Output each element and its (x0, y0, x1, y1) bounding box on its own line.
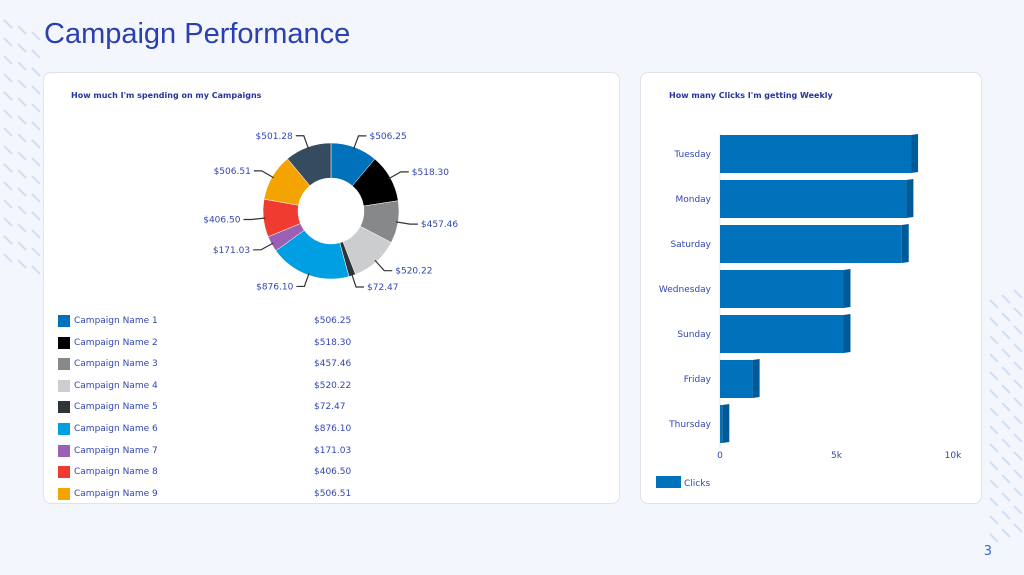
legend-swatch (58, 466, 70, 479)
legend-label: Campaign Name 3 (74, 359, 158, 370)
donut-chart: $506.25 $518.30 $457.46 $520.22 $72.47 $876.1… (203, 132, 458, 293)
legend-swatch (58, 423, 70, 435)
legend-swatch (58, 315, 70, 327)
legend-value: $171.03 (314, 445, 352, 456)
leader-line (351, 273, 365, 288)
leader-line (253, 242, 274, 251)
legend-label[interactable]: Clicks (684, 479, 710, 489)
x-tick-label: 5k (831, 451, 843, 461)
legend-item[interactable]: Campaign Name 5 $72.47 (58, 401, 358, 414)
legend-swatch (58, 444, 70, 457)
leader-line (295, 135, 310, 150)
legend-swatch (58, 401, 70, 414)
legend-value: $72.47 (314, 402, 346, 413)
page-title: Campaign Performance (44, 18, 351, 50)
bar-wednesday[interactable] (720, 270, 844, 308)
leader-line (296, 273, 310, 288)
category-label: Sunday (677, 330, 711, 340)
legend-value: $506.51 (314, 488, 352, 499)
bar-sunday[interactable] (720, 315, 844, 353)
bar-saturday[interactable] (720, 225, 902, 263)
bar-side (722, 404, 730, 443)
slice-label: $506.51 (214, 167, 251, 177)
legend-value: $518.30 (314, 337, 352, 348)
legend-label: Campaign Name 6 (74, 424, 158, 434)
legend-value: $506.25 (314, 316, 352, 326)
category-label: Friday (684, 375, 712, 385)
leader-line (353, 135, 367, 150)
bar-side (901, 224, 909, 263)
x-tick-label: 10k (945, 451, 962, 461)
bar-friday[interactable] (720, 360, 753, 398)
category-label: Thursday (668, 420, 712, 430)
legend-item[interactable]: Campaign Name 8 $406.50 (58, 466, 358, 479)
legend-item[interactable]: Campaign Name 7 $171.03 (58, 444, 358, 457)
legend-label: Campaign Name 1 (74, 316, 158, 326)
legend-item[interactable]: Campaign Name 3 $457.46 (58, 358, 358, 371)
leader-line (396, 221, 418, 225)
slice-label: $506.25 (369, 132, 406, 142)
spend-card: How much I'm spending on my Campaigns $5… (43, 72, 620, 504)
legend-item[interactable]: Campaign Name 9 $506.51 (58, 487, 358, 500)
legend-swatch (58, 358, 70, 371)
slice-label: $406.50 (203, 216, 240, 226)
legend-swatch (58, 336, 70, 349)
legend-label: Campaign Name 7 (74, 445, 158, 456)
slice-label: $457.46 (421, 220, 458, 230)
legend-value: $876.10 (314, 424, 352, 434)
legend-value: $406.50 (314, 467, 352, 478)
slice-label: $501.28 (256, 132, 293, 142)
bar-side (911, 134, 919, 173)
slice-label: $520.22 (395, 267, 432, 277)
legend-value: $520.22 (314, 380, 352, 391)
bar-side (752, 359, 760, 398)
legend-label: Campaign Name 9 (74, 488, 158, 499)
slice-label: $72.47 (367, 283, 399, 293)
legend-swatch (656, 476, 681, 488)
slice-label: $518.30 (412, 168, 449, 178)
legend-item[interactable]: Campaign Name 4 $520.22 (58, 379, 358, 392)
page-number: 3 (983, 544, 992, 559)
bar-side (843, 269, 851, 308)
leader-line (243, 217, 266, 221)
bar-monday[interactable] (720, 180, 907, 218)
bar-tuesday[interactable] (720, 135, 912, 173)
legend-value: $457.46 (314, 359, 352, 370)
bar-side (906, 179, 914, 218)
bar-thursday[interactable] (720, 405, 723, 443)
legend-swatch (58, 487, 70, 500)
clicks-card: How many Clicks I'm getting Weekly Tuesd… (640, 72, 982, 504)
x-tick-label: 0 (717, 451, 723, 461)
legend-item[interactable]: Campaign Name 6 $876.10 (58, 423, 358, 435)
leader-line (388, 171, 409, 180)
category-label: Monday (675, 195, 711, 205)
bar-side (843, 314, 851, 353)
leader-line (374, 259, 393, 272)
leader-line (253, 170, 275, 179)
category-label: Tuesday (673, 150, 711, 160)
legend-label: Campaign Name 2 (74, 337, 158, 348)
legend-item[interactable]: Campaign Name 1 $506.25 (58, 315, 358, 327)
legend-swatch (58, 379, 70, 392)
legend-label: Campaign Name 4 (74, 380, 158, 391)
slice-label: $876.10 (256, 282, 293, 292)
category-label: Saturday (670, 240, 711, 250)
category-label: Wednesday (659, 285, 712, 295)
legend-label: Campaign Name 5 (74, 402, 158, 413)
bar-chart: Tuesday Monday Saturday Wednesday Sunday Frid… (656, 133, 962, 489)
legend-item[interactable]: Campaign Name 2 $518.30 (58, 336, 358, 349)
legend-label: Campaign Name 8 (74, 467, 158, 478)
slice-label: $171.03 (213, 246, 250, 256)
